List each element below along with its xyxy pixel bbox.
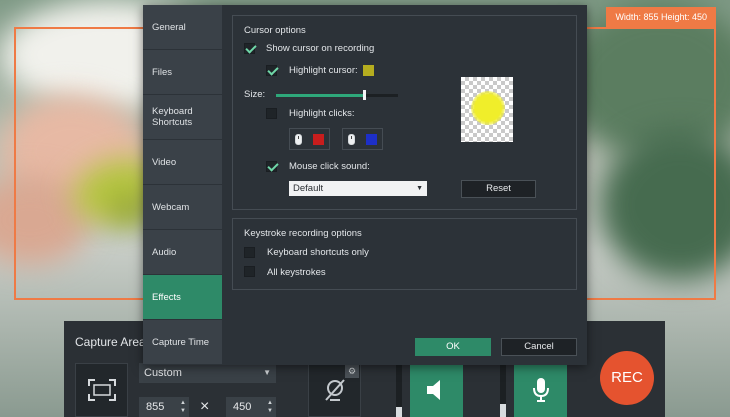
capture-area-title: Capture Area (75, 335, 146, 349)
mouse-click-sound-checkbox[interactable] (266, 161, 277, 172)
mouse-left-click-icon (295, 134, 302, 145)
cursor-options-title: Cursor options (244, 25, 306, 36)
microphone-level-slider[interactable] (500, 365, 506, 417)
sidebar-item-webcam[interactable]: Webcam (143, 185, 222, 230)
keystroke-options-title: Keystroke recording options (244, 228, 362, 239)
sidebar-item-keyboard-shortcuts[interactable]: Keyboard Shortcuts (143, 95, 222, 140)
highlight-clicks-label: Highlight clicks: (289, 108, 355, 119)
width-stepper-icon[interactable]: ▲ ▼ (180, 399, 186, 415)
keyboard-shortcuts-only-label: Keyboard shortcuts only (267, 247, 369, 258)
size-slider-fill (276, 94, 364, 97)
highlight-color-swatch[interactable] (363, 65, 374, 76)
highlight-preview-circle (471, 91, 505, 125)
width-value: 855 (146, 401, 165, 413)
reset-button[interactable]: Reset (461, 180, 536, 198)
size-slider[interactable] (276, 90, 398, 100)
microphone-button[interactable] (514, 363, 567, 417)
all-keystrokes-checkbox[interactable] (244, 266, 255, 277)
select-area-button[interactable] (75, 363, 128, 417)
cancel-button[interactable]: Cancel (501, 338, 577, 356)
sidebar-item-files[interactable]: Files (143, 50, 222, 95)
cursor-highlight-preview (461, 77, 513, 142)
sidebar-item-general[interactable]: General (143, 5, 222, 50)
microphone-level-fill (500, 404, 506, 417)
sidebar-item-audio[interactable]: Audio (143, 230, 222, 275)
height-value: 450 (233, 401, 252, 413)
sidebar-item-effects[interactable]: Effects (143, 275, 222, 320)
keyboard-shortcuts-only-checkbox[interactable] (244, 247, 255, 258)
sidebar-item-capture-time[interactable]: Capture Time (143, 320, 222, 365)
system-audio-button[interactable] (410, 363, 463, 417)
width-field[interactable]: 855 ▲ ▼ (139, 397, 189, 417)
capture-dimensions-label: Width: 855 Height: 450 (606, 7, 716, 27)
system-audio-level-fill (396, 406, 402, 417)
left-click-color-picker[interactable] (289, 128, 330, 150)
right-click-color-swatch (366, 134, 377, 145)
webcam-off-icon (324, 379, 345, 401)
system-audio-level-slider[interactable] (396, 365, 402, 417)
sidebar-item-video[interactable]: Video (143, 140, 222, 185)
click-sound-select[interactable]: Default ▼ (289, 181, 427, 196)
capture-area-icon (87, 379, 116, 401)
webcam-settings-gear-icon[interactable]: ⚙ (345, 364, 359, 378)
highlight-clicks-checkbox[interactable] (266, 108, 277, 119)
speaker-icon (426, 380, 440, 400)
right-click-color-picker[interactable] (342, 128, 383, 150)
highlight-cursor-checkbox[interactable] (266, 65, 277, 76)
all-keystrokes-label: All keystrokes (267, 267, 326, 278)
mouse-click-sound-label: Mouse click sound: (289, 161, 370, 172)
area-preset-value: Custom (144, 367, 182, 379)
click-sound-value: Default (293, 183, 324, 194)
show-cursor-checkbox[interactable] (244, 43, 255, 54)
height-field[interactable]: 450 ▲ ▼ (226, 397, 276, 417)
chevron-down-icon: ▼ (416, 185, 423, 192)
size-label: Size: (244, 89, 266, 100)
ok-button[interactable]: OK (415, 338, 491, 356)
times-sign: × (200, 398, 210, 415)
area-preset-select[interactable]: Custom ▼ (139, 363, 276, 383)
height-stepper-icon[interactable]: ▲ ▼ (267, 399, 273, 415)
chevron-down-icon: ▼ (263, 368, 271, 377)
microphone-icon (532, 378, 549, 402)
mouse-right-click-icon (348, 134, 355, 145)
left-click-color-swatch (313, 134, 324, 145)
preferences-dialog: General Files Keyboard Shortcuts Video W… (143, 5, 587, 365)
show-cursor-label: Show cursor on recording (266, 43, 375, 54)
size-slider-handle[interactable] (362, 90, 366, 100)
highlight-cursor-label: Highlight cursor: (289, 65, 358, 76)
rec-button[interactable]: REC (600, 351, 654, 405)
preferences-sidebar: General Files Keyboard Shortcuts Video W… (143, 5, 222, 365)
